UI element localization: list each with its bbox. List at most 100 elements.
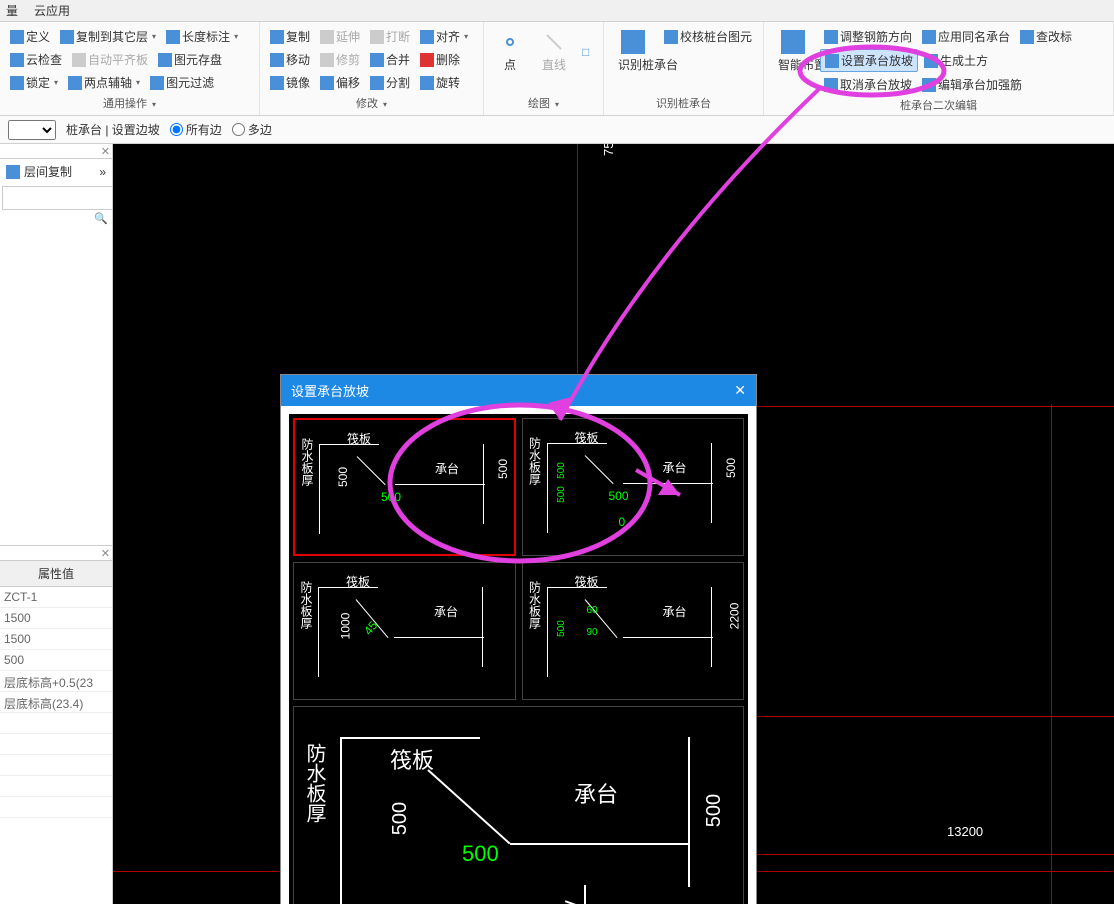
radio-multi-edge[interactable]: 多边 [232, 121, 272, 138]
extend-icon [320, 30, 334, 44]
merge-icon [370, 53, 384, 67]
slope-icon [825, 54, 839, 68]
identify-icon [621, 30, 645, 54]
property-header: 属性值 [0, 561, 112, 587]
property-row[interactable]: 500 [0, 650, 112, 671]
property-table: ✕ 属性值 ZCT-1 1500 1500 500 层底标高+0.5(23 层底… [0, 545, 112, 818]
property-row[interactable]: ZCT-1 [0, 587, 112, 608]
group-label: 修改 ▾ [266, 95, 477, 111]
copy-to-layer-button[interactable]: 复制到其它层▾ [56, 26, 160, 47]
slope-option-1[interactable]: 防水板厚 筏板 承台 500 500 500 [293, 418, 516, 556]
generate-earthwork-button[interactable]: 生成土方 [920, 49, 992, 72]
mirror-icon [270, 76, 284, 90]
merge-button[interactable]: 合并 [366, 49, 414, 70]
length-dim-button[interactable]: 长度标注▾ [162, 26, 242, 47]
chevron-down-icon: ▾ [136, 78, 140, 87]
set-slope-button[interactable]: 设置承台放坡 [820, 49, 918, 72]
topmenu-item[interactable]: 云应用 [34, 2, 70, 19]
split-button[interactable]: 分割 [366, 72, 414, 93]
move-button[interactable]: 移动 [266, 49, 314, 70]
offset-icon [320, 76, 334, 90]
copy-button[interactable]: 复制 [266, 26, 314, 47]
lock-button[interactable]: 锁定▾ [6, 72, 62, 93]
property-row[interactable] [0, 734, 112, 755]
draw-more-button[interactable]: □ [578, 45, 593, 59]
trim-button: 修剪 [316, 49, 364, 70]
property-row[interactable]: 层底标高(23.4) [0, 692, 112, 713]
align-icon [420, 30, 434, 44]
page-icon [10, 30, 24, 44]
align-button[interactable]: 对齐▾ [416, 26, 472, 47]
property-row[interactable] [0, 755, 112, 776]
edit-reinforce-button[interactable]: 编辑承台加强筋 [918, 74, 1026, 95]
chevron-right-icon: » [99, 165, 106, 179]
apply-same-name-button[interactable]: 应用同名承台 [918, 26, 1014, 47]
layer-copy-button[interactable]: 层间复制 » [0, 159, 112, 184]
left-panel: ✕ 层间复制 » 🔍 ✕ 属性值 ZCT-1 1500 1500 500 层底标… [0, 144, 113, 904]
two-point-axis-button[interactable]: 两点辅轴▾ [64, 72, 144, 93]
panel-close-icon[interactable]: ✕ [101, 145, 110, 158]
rotate-icon [420, 76, 434, 90]
slope-option-grid: 防水板厚 筏板 承台 500 500 500 防水板厚 [289, 414, 748, 904]
subbar-label: 桩承台 | 设置边坡 [66, 121, 160, 138]
mirror-button[interactable]: 镜像 [266, 72, 314, 93]
identify-pile-cap-button[interactable]: 识别桩承台 [610, 26, 656, 77]
cloud-check-button[interactable]: 云检查 [6, 49, 66, 70]
check-pile-diagram-button[interactable]: 校核桩台图元 [660, 26, 756, 47]
align-icon [72, 53, 86, 67]
layer-select[interactable] [8, 120, 56, 140]
rotate-button[interactable]: 旋转 [416, 72, 464, 93]
adjust-rebar-dir-button[interactable]: 调整钢筋方向 [820, 26, 916, 47]
check-modify-label-button[interactable]: 查改标 [1016, 26, 1076, 47]
trim-icon [320, 53, 334, 67]
copy-icon [270, 30, 284, 44]
smart-layout-button[interactable]: 智能布置 [770, 26, 816, 77]
line-icon [546, 34, 562, 50]
gridline [1051, 404, 1052, 904]
chevron-down-icon: ▾ [234, 32, 238, 41]
group-label: 绘图 ▾ [490, 95, 597, 111]
close-icon[interactable]: ✕ [734, 382, 746, 399]
element-filter-button[interactable]: 图元过滤 [146, 72, 218, 93]
radio-all-edges[interactable]: 所有边 [170, 121, 222, 138]
property-row[interactable]: 层底标高+0.5(23 [0, 671, 112, 692]
top-menu-bar: 量 云应用 [0, 0, 1114, 22]
ribbon: 定义 复制到其它层▾ 长度标注▾ 云检查 自动平齐板 图元存盘 锁定▾ 两点辅轴… [0, 22, 1114, 116]
property-row[interactable] [0, 797, 112, 818]
topmenu-item[interactable]: 量 [6, 2, 18, 19]
smart-icon [781, 30, 805, 54]
cancel-slope-icon [824, 78, 838, 92]
search-input[interactable] [2, 186, 113, 210]
property-row[interactable]: 1500 [0, 629, 112, 650]
slope-option-3[interactable]: 防水板厚 筏板 承台 1000 45 [293, 562, 516, 700]
check-icon [664, 30, 678, 44]
trash-icon [420, 53, 434, 67]
search-icon[interactable]: 🔍 [0, 212, 112, 225]
drawing-canvas[interactable]: ✕ 7500 13200 设置承台放坡 ✕ 防水板厚 筏板 承台 [113, 144, 1114, 904]
slope-option-4[interactable]: 防水板厚 筏板 承台 500 60 90 2200 [522, 562, 745, 700]
main-area: ✕ 层间复制 » 🔍 ✕ 属性值 ZCT-1 1500 1500 500 层底标… [0, 144, 1114, 904]
group-label: 通用操作 ▾ [6, 95, 253, 111]
dialog-title: 设置承台放坡 [291, 381, 369, 400]
cloud-icon [10, 53, 24, 67]
auto-align-board-button: 自动平齐板 [68, 49, 152, 70]
dialog-titlebar[interactable]: 设置承台放坡 ✕ [281, 375, 756, 406]
dimension-text: 7500 [601, 144, 616, 156]
delete-button[interactable]: 删除 [416, 49, 464, 70]
property-row[interactable] [0, 776, 112, 797]
line-tool: 直线 [534, 26, 574, 77]
slope-option-2[interactable]: 防水板厚 筏板 承台 500 500 500 0 500 [522, 418, 745, 556]
save-element-button[interactable]: 图元存盘 [154, 49, 226, 70]
dimension-text: 13200 [947, 824, 983, 839]
property-row[interactable]: 1500 [0, 608, 112, 629]
point-tool[interactable]: 点 [490, 26, 530, 77]
panel-close-icon[interactable]: ✕ [101, 547, 110, 560]
define-button[interactable]: 定义 [6, 26, 54, 47]
copy-icon [6, 165, 20, 179]
break-button: 打断 [366, 26, 414, 47]
property-row[interactable] [0, 713, 112, 734]
offset-button[interactable]: 偏移 [316, 72, 364, 93]
cancel-slope-button[interactable]: 取消承台放坡 [820, 74, 916, 95]
lock-icon [10, 76, 24, 90]
apply-icon [922, 30, 936, 44]
